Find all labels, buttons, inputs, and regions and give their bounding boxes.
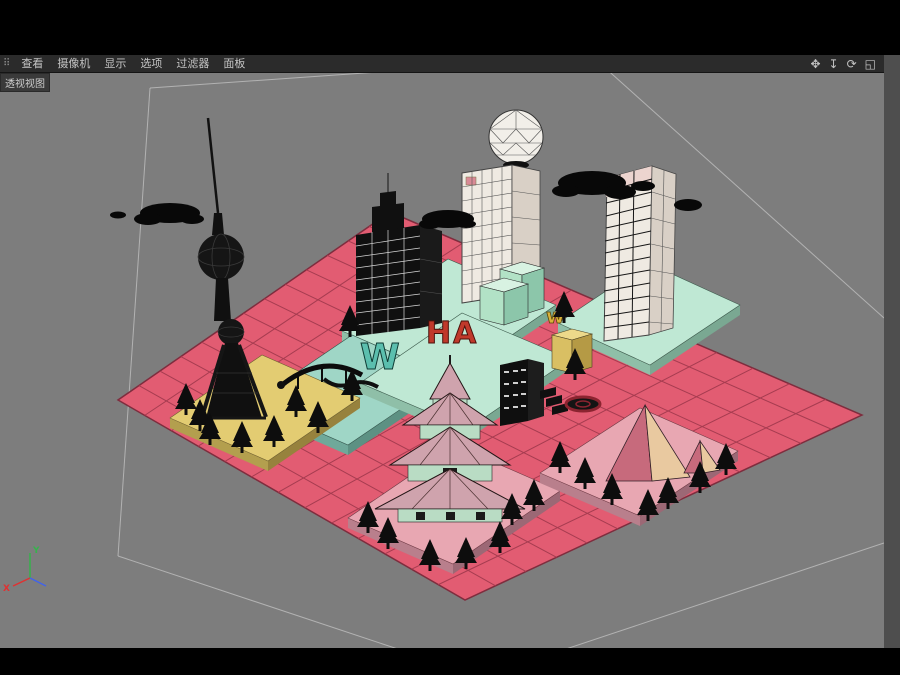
round-plaza[interactable] [564, 395, 602, 413]
letter-w: W [360, 337, 400, 378]
letter-ha: HA [426, 316, 478, 351]
viewport-canvas[interactable]: W HA w [0, 73, 884, 648]
dark-mid-building[interactable] [500, 359, 544, 426]
viewport-menu-bar: ⠿ 查看 摄像机 显示 选项 过滤器 面板 ✥ ↧ ⟳ ◱ [0, 55, 884, 73]
menu-item-panel[interactable]: 面板 [216, 55, 252, 73]
menu-item-display[interactable]: 显示 [97, 55, 133, 73]
menu-grip-icon[interactable]: ⠿ [0, 55, 14, 73]
title-bar [0, 0, 900, 55]
menu-item-options[interactable]: 选项 [133, 55, 169, 73]
axis-y-label: Y [32, 546, 40, 556]
viewport-label[interactable]: 透视视图 [0, 73, 50, 92]
menu-item-view[interactable]: 查看 [14, 55, 50, 73]
menu-item-filter[interactable]: 过滤器 [169, 55, 216, 73]
toggle-view-icon[interactable]: ◱ [861, 55, 880, 73]
bottom-bar [0, 648, 900, 675]
zoom-view-icon[interactable]: ↧ [825, 55, 843, 73]
right-panel-strip [884, 55, 900, 648]
perspective-viewport[interactable]: W HA w [0, 73, 884, 648]
rotate-view-icon[interactable]: ⟳ [843, 55, 861, 73]
view-control-icons: ✥ ↧ ⟳ ◱ [806, 55, 884, 73]
menu-item-camera[interactable]: 摄像机 [50, 55, 97, 73]
application-window: ⠿ 查看 摄像机 显示 选项 过滤器 面板 ✥ ↧ ⟳ ◱ W HA Y X 透… [0, 0, 900, 675]
pan-view-icon[interactable]: ✥ [806, 55, 824, 73]
axis-x-label: X [3, 584, 10, 594]
